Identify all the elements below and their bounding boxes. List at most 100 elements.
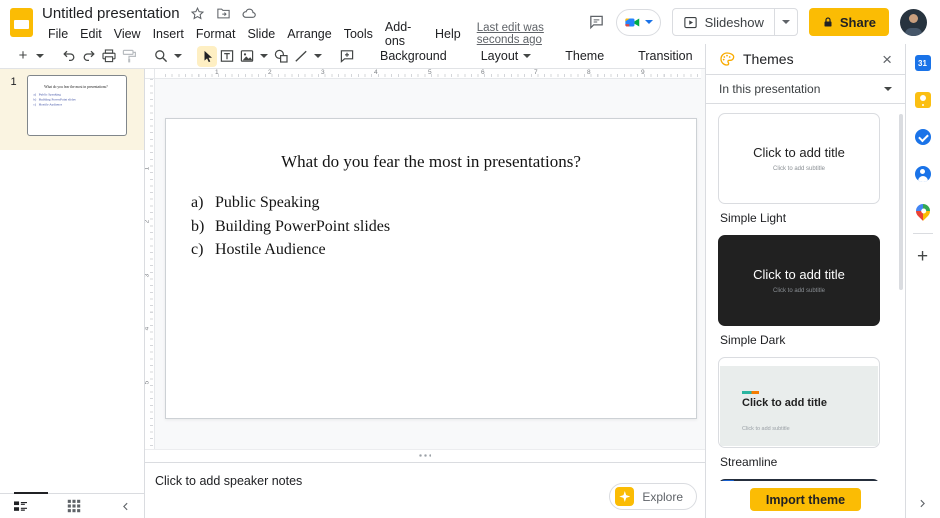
horizontal-ruler: 1 2 3 4 5 6 7 8 9 — [155, 69, 701, 79]
theme-card-simple-dark[interactable]: Click to add title Click to add subtitle — [718, 235, 880, 326]
menu-format[interactable]: Format — [190, 26, 242, 42]
slideshow-dropdown-caret[interactable] — [773, 9, 797, 35]
insert-image-button[interactable] — [237, 46, 257, 67]
hide-side-panel-chevron[interactable] — [917, 498, 928, 509]
paint-format-button[interactable] — [119, 46, 139, 67]
menu-view[interactable]: View — [108, 26, 147, 42]
background-button[interactable]: Background — [369, 49, 458, 63]
slide-title[interactable]: What do you fear the most in presentatio… — [166, 152, 696, 172]
themes-panel-title: Themes — [743, 51, 794, 67]
share-button[interactable]: Share — [808, 8, 889, 36]
last-edit-status[interactable]: Last edit was seconds ago — [477, 22, 588, 46]
menu-slide[interactable]: Slide — [241, 26, 281, 42]
theme-name: Simple Light — [720, 211, 787, 225]
menu-edit[interactable]: Edit — [74, 26, 108, 42]
menu-tools[interactable]: Tools — [338, 26, 379, 42]
thumbnail-item: Hostile Audience — [38, 102, 63, 107]
move-folder-icon[interactable] — [215, 5, 232, 22]
vertical-ruler: 1 2 3 4 5 — [145, 79, 155, 449]
zoom-button[interactable] — [151, 46, 171, 67]
close-panel-icon[interactable]: × — [882, 51, 892, 68]
google-meet-button[interactable] — [615, 8, 661, 36]
slide-thumbnail[interactable]: What do you fear the most in presentatio… — [27, 75, 127, 136]
themes-list: Click to add title Click to add subtitle… — [706, 104, 905, 481]
thumbnail-slide-title: What do you fear the most in presentatio… — [44, 85, 108, 90]
meet-dropdown-caret[interactable] — [644, 20, 653, 24]
list-item: c) Hostile Audience — [191, 241, 326, 258]
slide-canvas[interactable]: 1 2 3 4 5 6 7 8 9 1 2 3 4 — [145, 69, 705, 462]
in-this-presentation-dropdown[interactable]: In this presentation — [706, 75, 905, 104]
new-slide-button[interactable]: + — [13, 46, 33, 67]
theme-name: Simple Dark — [720, 333, 786, 347]
zoom-dropdown-caret[interactable] — [171, 54, 185, 58]
insert-line-button[interactable] — [291, 46, 311, 67]
maps-icon[interactable] — [912, 201, 933, 221]
active-view-indicator — [14, 492, 48, 494]
print-button[interactable] — [99, 46, 119, 67]
filmstrip-view-button[interactable] — [13, 500, 28, 513]
tasks-icon[interactable] — [914, 128, 932, 146]
grid-view-button[interactable] — [67, 499, 81, 513]
user-avatar[interactable] — [900, 8, 927, 36]
slide-page[interactable]: What do you fear the most in presentatio… — [165, 118, 697, 419]
redo-button[interactable] — [79, 46, 99, 67]
layout-label: Layout — [480, 49, 519, 63]
themes-panel: Themes × In this presentation Click to a… — [705, 44, 905, 518]
slideshow-button-group: Slideshow — [671, 8, 798, 36]
google-side-rail: 31 + — [905, 44, 939, 518]
slide-number: 1 — [10, 76, 17, 88]
transition-button[interactable]: Transition — [627, 49, 703, 63]
menu-file[interactable]: File — [42, 26, 74, 42]
google-slides-logo-icon[interactable] — [9, 7, 33, 37]
theme-name: Streamline — [720, 455, 778, 469]
toolbar: + Background Layout Theme Transition — [0, 44, 714, 69]
new-slide-dropdown-caret[interactable] — [33, 54, 47, 58]
menu-insert[interactable]: Insert — [147, 26, 190, 42]
list-item: a) Public Speaking — [191, 194, 320, 211]
keep-icon[interactable] — [914, 91, 932, 109]
comment-history-icon[interactable] — [588, 14, 605, 31]
palette-icon — [719, 51, 735, 67]
theme-card-partial[interactable] — [718, 479, 880, 481]
explore-label: Explore — [642, 489, 683, 504]
filmstrip-footer — [0, 492, 144, 518]
app-header: Untitled presentation File Edit View Ins… — [0, 0, 940, 48]
notes-resize-strip[interactable] — [145, 449, 705, 462]
speaker-notes-panel: Click to add speaker notes Explore — [145, 462, 705, 518]
get-addons-button[interactable]: + — [917, 247, 928, 266]
share-label: Share — [839, 14, 876, 30]
theme-button[interactable]: Theme — [554, 49, 615, 63]
line-dropdown-caret[interactable] — [311, 54, 325, 58]
themes-scrollbar[interactable] — [899, 114, 903, 290]
undo-button[interactable] — [59, 46, 79, 67]
contacts-icon[interactable] — [914, 165, 932, 183]
layout-dropdown-caret — [523, 54, 532, 58]
section-chevron-down-icon — [884, 87, 892, 91]
text-box-tool-button[interactable] — [217, 46, 237, 67]
filmstrip-selected-region: 1 What do you fear the most in presentat… — [0, 69, 144, 150]
slide-body-list[interactable]: a) Public Speaking b) Building PowerPoint … — [191, 191, 696, 262]
insert-comment-button[interactable] — [337, 46, 357, 67]
theme-card-simple-light[interactable]: Click to add title Click to add subtitle — [718, 113, 880, 204]
document-title[interactable]: Untitled presentation — [42, 5, 180, 22]
rail-divider — [912, 233, 933, 234]
cloud-status-icon[interactable] — [241, 5, 258, 22]
slide-filmstrip: 1 What do you fear the most in presentat… — [0, 69, 145, 518]
explore-button[interactable]: Explore — [609, 483, 697, 510]
menu-help[interactable]: Help — [429, 26, 467, 42]
theme-card-streamline[interactable]: Click to add title Click to add subtitle — [718, 357, 880, 448]
calendar-icon[interactable]: 31 — [914, 54, 932, 72]
import-theme-button[interactable]: Import theme — [749, 488, 862, 511]
menu-arrange[interactable]: Arrange — [281, 26, 337, 42]
layout-button[interactable]: Layout — [470, 49, 543, 63]
insert-shape-button[interactable] — [271, 46, 291, 67]
collapse-filmstrip-chevron[interactable] — [120, 501, 131, 512]
select-tool-button[interactable] — [197, 45, 217, 67]
slideshow-button[interactable]: Slideshow — [673, 9, 774, 35]
explore-icon — [615, 487, 635, 506]
ruler-corner — [145, 69, 155, 79]
star-icon[interactable] — [189, 5, 206, 22]
streamline-accent-dash — [742, 391, 759, 394]
image-dropdown-caret[interactable] — [257, 54, 271, 58]
drag-handle-dots[interactable] — [418, 454, 431, 457]
